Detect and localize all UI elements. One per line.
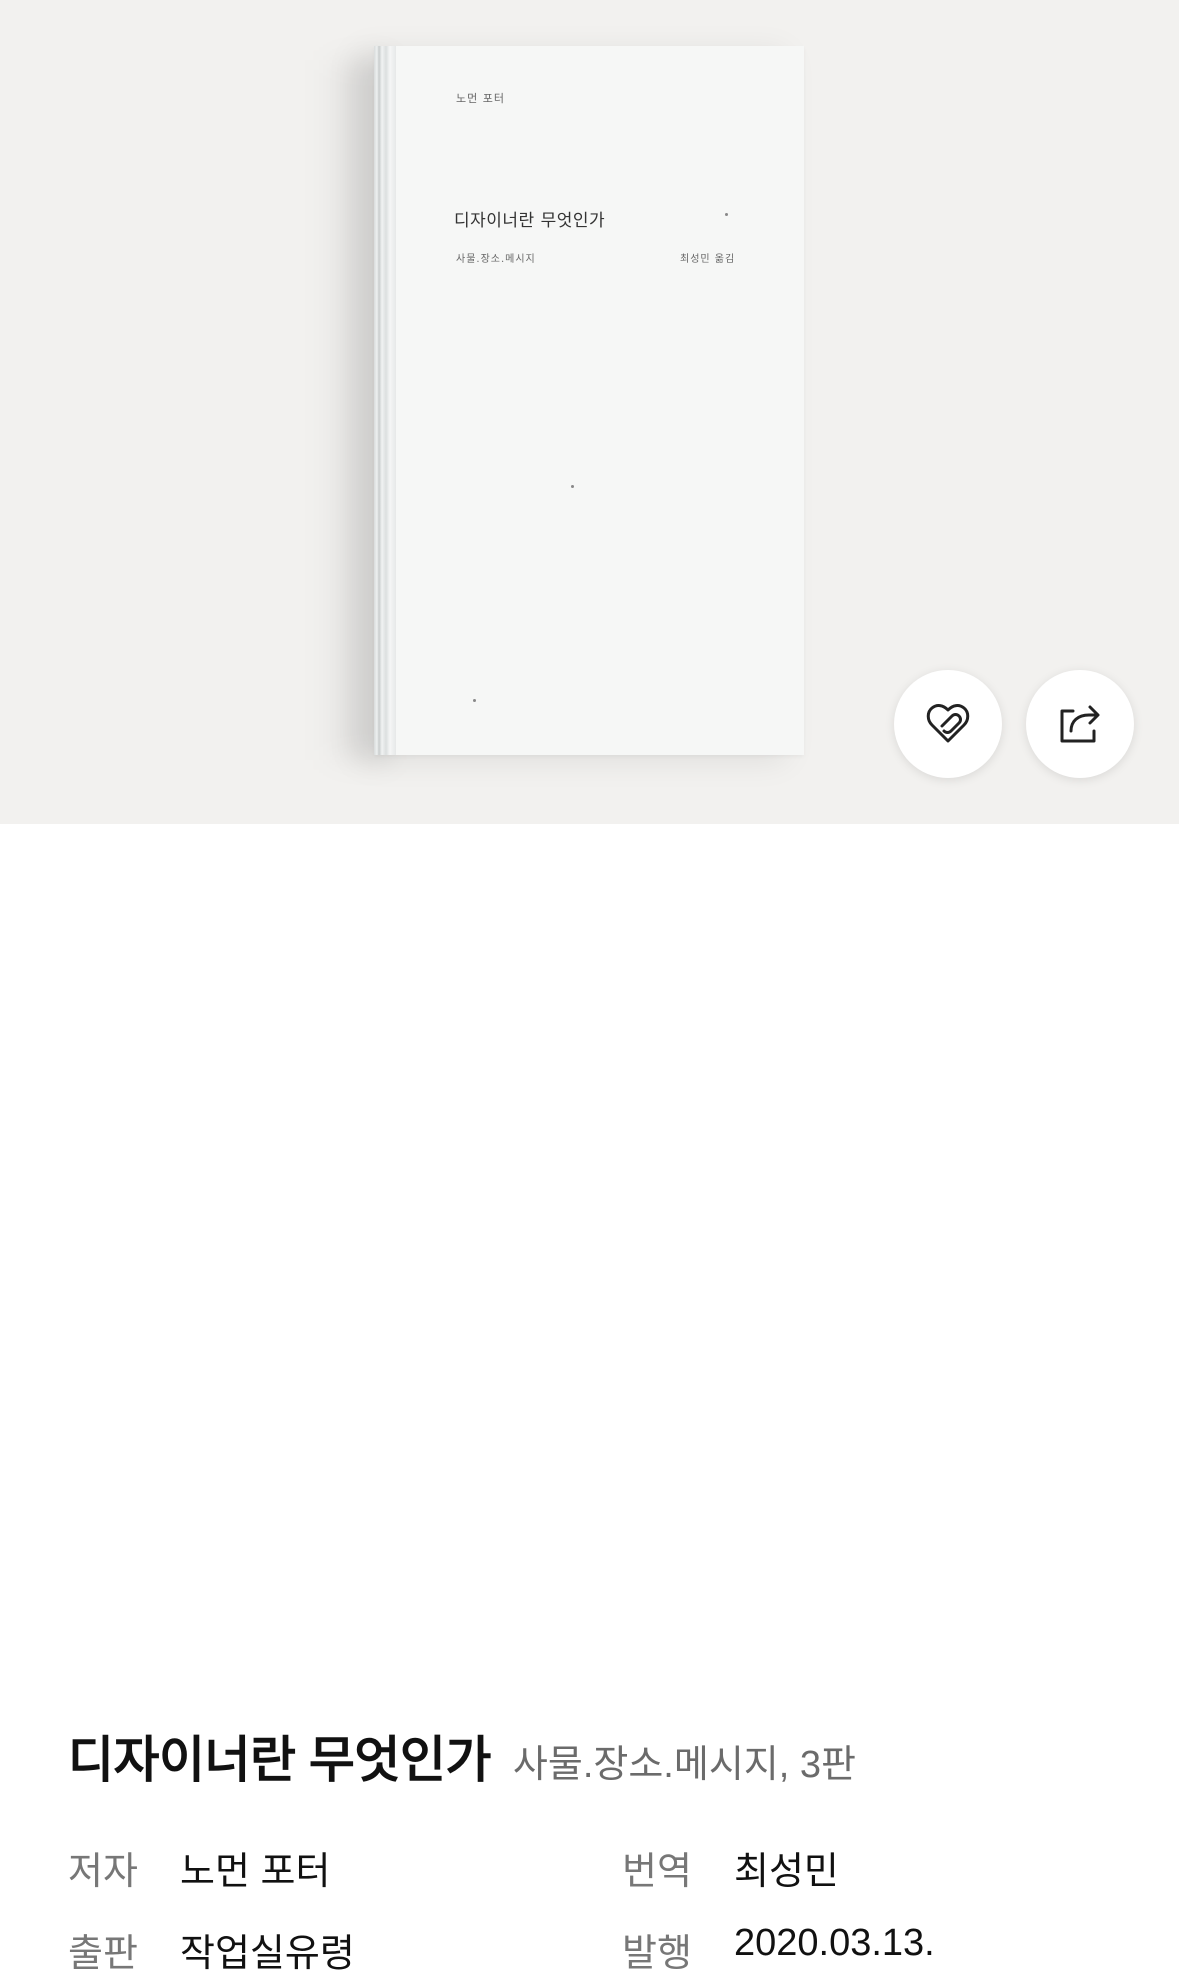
author-label: 저자	[68, 1851, 138, 1893]
cover-subtitle: 사물.장소.메시지	[456, 254, 536, 265]
author-value[interactable]: 노먼 포터	[180, 1840, 330, 1895]
cover-author: 노먼 포터	[456, 92, 505, 105]
cover-dot	[473, 699, 476, 702]
book-cover-image: 노먼 포터 디자이너란 무엇인가 사물.장소.메시지 최성민 옮김	[374, 46, 804, 755]
translator-label: 번역	[622, 1851, 692, 1893]
title-row: 디자이너란 무엇인가 사물.장소.메시지, 3판	[68, 1720, 856, 1792]
book-cover-section: 노먼 포터 디자이너란 무엇인가 사물.장소.메시지 최성민 옮김	[0, 0, 1179, 824]
cover-dot	[571, 485, 574, 488]
date-value: 2020.03.13.	[734, 1922, 935, 1964]
heart-link-icon	[926, 704, 970, 743]
cover-translator: 최성민 옮김	[680, 254, 736, 265]
book-title: 디자이너란 무엇인가	[68, 1732, 491, 1788]
publisher-label: 출판	[68, 1933, 138, 1975]
cover-title: 디자이너란 무엇인가	[454, 211, 606, 231]
share-icon	[1060, 705, 1100, 743]
cover-dot	[725, 213, 728, 216]
translator-value[interactable]: 최성민	[734, 1840, 839, 1895]
like-button[interactable]	[894, 670, 1002, 778]
book-subtitle: 사물.장소.메시지, 3판	[512, 1744, 856, 1786]
date-label: 발행	[622, 1933, 692, 1975]
share-button[interactable]	[1026, 670, 1134, 778]
publisher-value[interactable]: 작업실유령	[180, 1922, 355, 1977]
book-spine	[374, 46, 396, 755]
